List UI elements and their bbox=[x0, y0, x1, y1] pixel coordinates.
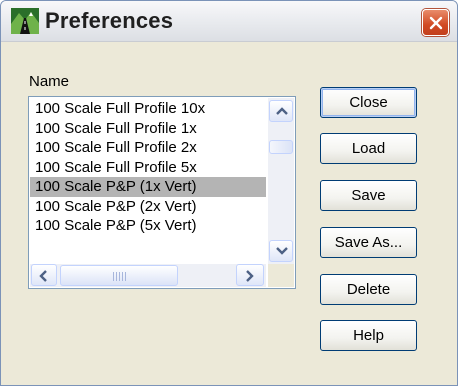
chevron-down-icon bbox=[276, 247, 288, 255]
scroll-up-button[interactable] bbox=[269, 100, 293, 122]
load-button[interactable]: Load bbox=[320, 133, 417, 164]
title-bar[interactable]: Preferences bbox=[1, 1, 457, 42]
window-title: Preferences bbox=[45, 8, 174, 33]
list-item[interactable]: 100 Scale P&P (5x Vert) bbox=[30, 216, 266, 236]
save-as-button[interactable]: Save As... bbox=[320, 227, 417, 258]
horizontal-scroll-thumb[interactable] bbox=[60, 265, 178, 286]
app-icon bbox=[11, 8, 39, 34]
close-button[interactable]: Close bbox=[320, 87, 417, 118]
scrollbar-corner bbox=[268, 264, 294, 287]
scroll-left-button[interactable] bbox=[31, 264, 57, 286]
vertical-scroll-thumb[interactable] bbox=[269, 140, 293, 154]
list-item[interactable]: 100 Scale Full Profile 1x bbox=[30, 119, 266, 139]
list-item[interactable]: 100 Scale Full Profile 10x bbox=[30, 99, 266, 119]
scroll-down-button[interactable] bbox=[269, 240, 293, 262]
help-button[interactable]: Help bbox=[320, 320, 417, 351]
list-item[interactable]: 100 Scale Full Profile 5x bbox=[30, 158, 266, 178]
grip-icon bbox=[113, 272, 127, 281]
save-button[interactable]: Save bbox=[320, 180, 417, 211]
list-item[interactable]: 100 Scale Full Profile 2x bbox=[30, 138, 266, 158]
preferences-list[interactable]: 100 Scale Full Profile 10x 100 Scale Full… bbox=[28, 96, 296, 289]
name-label: Name bbox=[29, 73, 70, 90]
vertical-scrollbar[interactable] bbox=[268, 98, 294, 264]
chevron-right-icon bbox=[246, 270, 254, 282]
preferences-dialog: Preferences Name 100 Scale Full Profile … bbox=[0, 0, 458, 386]
list-item[interactable]: 100 Scale P&P (2x Vert) bbox=[30, 197, 266, 217]
close-window-button[interactable] bbox=[422, 9, 449, 36]
scroll-right-button[interactable] bbox=[236, 264, 264, 286]
horizontal-scrollbar[interactable] bbox=[30, 264, 266, 287]
chevron-left-icon bbox=[39, 270, 47, 282]
list-item[interactable]: 100 Scale P&P (1x Vert) bbox=[30, 177, 266, 197]
list-items: 100 Scale Full Profile 10x 100 Scale Full… bbox=[30, 99, 266, 236]
delete-button[interactable]: Delete bbox=[320, 274, 417, 305]
close-icon bbox=[429, 16, 443, 30]
chevron-up-icon bbox=[276, 107, 288, 115]
